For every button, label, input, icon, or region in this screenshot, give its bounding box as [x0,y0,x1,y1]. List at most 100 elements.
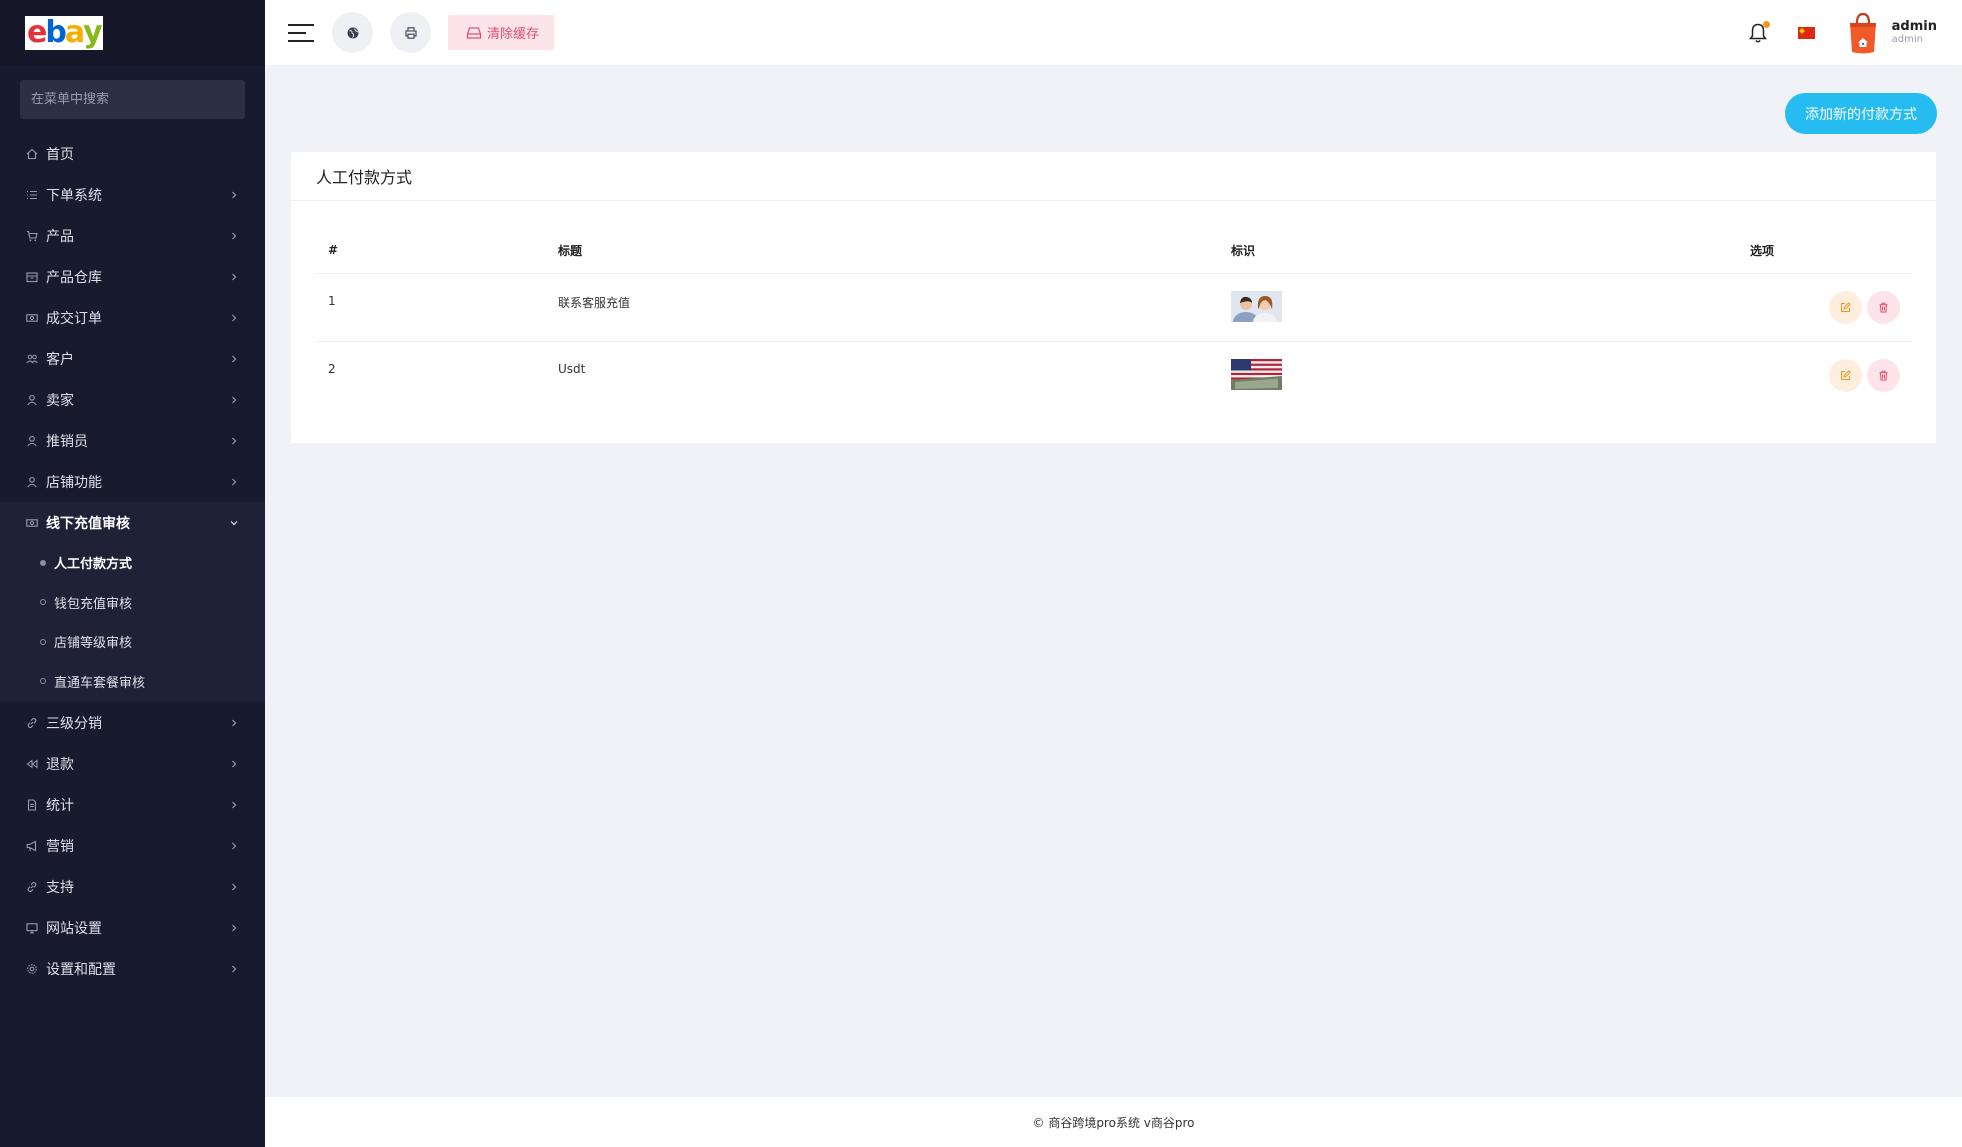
printer-icon [404,26,417,39]
sidebar-subitem-label: 直通车套餐审核 [54,675,146,691]
edit-icon [1841,302,1851,312]
sidebar-item-label: 产品仓库 [46,269,102,286]
column-header: 标识 [1231,243,1256,258]
sidebar-item-label: 三级分销 [46,715,102,732]
notification-dot [1762,20,1770,28]
sidebar-subitem-label: 店铺等级审核 [54,636,133,652]
row-logo-cell [1231,274,1750,322]
trash-icon [1879,302,1888,313]
sidebar-item-shop-features[interactable]: 店铺功能 [0,461,265,502]
home-icon [25,147,39,161]
sidebar-item-marketing[interactable]: 营销 [0,825,265,866]
sidebar-item-distribution[interactable]: 三级分销 [0,702,265,743]
edit-button[interactable] [1829,359,1862,392]
notifications-button[interactable] [1748,20,1770,44]
table-row: 1 联系客服充值 [315,274,1912,342]
sidebar-subitem-label: 人工付款方式 [54,557,133,573]
cart-icon [25,229,39,243]
chevron-right-icon [229,436,239,446]
globe-button[interactable] [332,12,373,53]
sidebar-item-statistics[interactable]: 统计 [0,784,265,825]
footer: © 商谷跨境pro系统 v商谷pro [265,1097,1962,1147]
sidebar-item-label: 线下充值审核 [46,515,130,532]
trash-icon [1879,370,1888,381]
sidebar-item-home[interactable]: 首页 [0,133,265,174]
sidebar-item-products[interactable]: 产品 [0,215,265,256]
ebay-logo[interactable]: ebay [25,15,103,50]
sidebar-item-label: 成交订单 [46,310,102,327]
sidebar-item-settings[interactable]: 设置和配置 [0,948,265,989]
sidebar-item-label: 下单系统 [46,187,102,204]
money-icon [25,311,39,325]
sidebar-item-offline-recharge-review[interactable]: 线下充值审核 [0,502,265,543]
delete-button[interactable] [1867,291,1900,324]
user-menu[interactable]: admin admin [1892,19,1937,47]
chevron-right-icon [229,272,239,282]
row-logo-cell [1231,342,1750,390]
sidebar-subitem-manual-payment[interactable]: 人工付款方式 [0,543,265,583]
sidebar-subitem-package-review[interactable]: 直通车套餐审核 [0,662,265,702]
sidebar-subitem-shop-level-review[interactable]: 店铺等级审核 [0,622,265,662]
chevron-right-icon [229,354,239,364]
file-icon [25,798,39,812]
row-actions [1750,274,1912,324]
row-number: 1 [328,294,336,308]
list-icon [25,188,39,202]
bullet-dot-icon [40,638,46,645]
column-header: 标题 [558,243,583,258]
sidebar: ebay 首页 下单系统 产品 产品仓库 成交订单 [0,0,265,1147]
topbar: 清除缓存 admin admin [265,0,1962,65]
sidebar-nav: 首页 下单系统 产品 产品仓库 成交订单 客户 卖家 推销员 店铺功能 线下充值… [0,133,265,989]
desktop-icon [25,921,39,935]
user-icon [25,475,39,489]
chevron-right-icon [229,882,239,892]
chevron-right-icon [229,718,239,728]
china-flag-icon[interactable] [1797,26,1815,39]
chevron-right-icon [229,923,239,933]
user-tie-icon [25,434,39,448]
brand: ebay [0,0,265,65]
sidebar-item-label: 支持 [46,879,74,896]
sidebar-item-refunds[interactable]: 退款 [0,743,265,784]
gear-icon [25,962,39,976]
delete-button[interactable] [1867,359,1900,392]
sidebar-subnav: 人工付款方式 钱包充值审核 店铺等级审核 直通车套餐审核 [0,543,265,702]
payment-methods-card: 人工付款方式 # 标题 标识 选项 1 联系客服充值 2 Usdt [291,152,1936,443]
user-name: admin [1891,18,1937,34]
users-icon [25,352,39,366]
money-icon [25,516,39,530]
menu-search-input[interactable] [31,92,245,107]
sidebar-item-website-settings[interactable]: 网站设置 [0,907,265,948]
chevron-right-icon [229,800,239,810]
table-row: 2 Usdt [315,342,1912,410]
edit-button[interactable] [1829,291,1862,324]
bullet-dot-icon [40,678,46,685]
globe-icon [347,27,358,38]
link-icon [25,716,39,730]
payment-methods-table: # 标题 标识 选项 1 联系客服充值 2 Usdt [315,227,1912,410]
chevron-right-icon [229,395,239,405]
sidebar-item-support[interactable]: 支持 [0,866,265,907]
sidebar-item-label: 产品 [46,228,74,245]
edit-icon [1841,370,1851,380]
link-icon [25,880,39,894]
sidebar-item-label: 网站设置 [46,920,102,937]
sidebar-item-order-system[interactable]: 下单系统 [0,174,265,215]
sidebar-subitem-wallet-recharge-review[interactable]: 钱包充值审核 [0,583,265,623]
avatar[interactable] [1847,11,1879,55]
sidebar-item-salesmen[interactable]: 推销员 [0,420,265,461]
menu-search [20,80,245,119]
sidebar-item-sellers[interactable]: 卖家 [0,379,265,420]
column-header: 选项 [1750,243,1775,258]
menu-toggle-icon[interactable] [288,22,314,44]
sidebar-item-orders[interactable]: 成交订单 [0,297,265,338]
usd-flag-photo-thumbnail [1231,359,1282,390]
print-button[interactable] [390,12,431,53]
bullhorn-icon [25,839,39,853]
sidebar-item-label: 首页 [46,146,74,163]
add-payment-method-button[interactable]: 添加新的付款方式 [1785,93,1937,134]
sidebar-item-warehouse[interactable]: 产品仓库 [0,256,265,297]
clear-cache-button[interactable]: 清除缓存 [448,15,555,50]
footer-text: © 商谷跨境pro系统 v商谷pro [1032,1115,1195,1130]
sidebar-item-customers[interactable]: 客户 [0,338,265,379]
